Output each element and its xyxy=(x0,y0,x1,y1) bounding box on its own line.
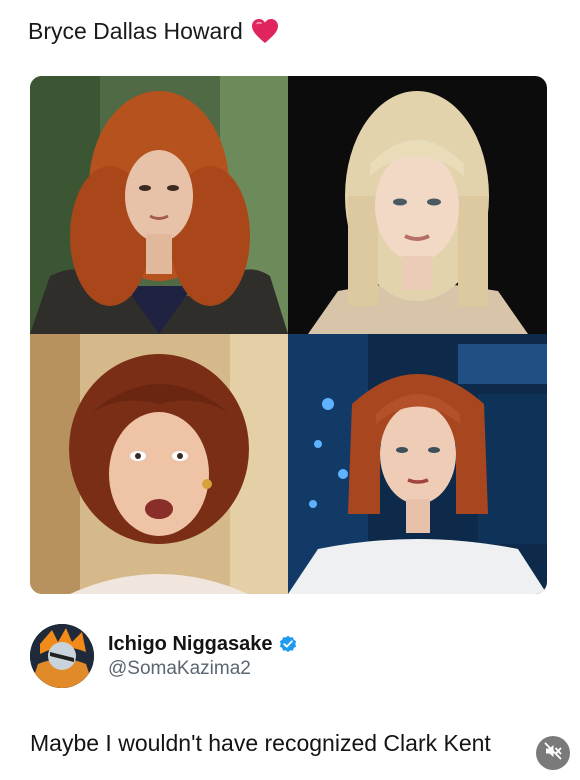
post-caption-row: Bryce Dallas Howard xyxy=(28,14,279,48)
heart-icon xyxy=(251,18,279,44)
verified-badge-icon xyxy=(279,635,297,653)
photo-top-left[interactable] xyxy=(30,76,288,334)
photo-bottom-left[interactable] xyxy=(30,334,288,594)
tweet-text: Maybe I wouldn't have recognized Clark K… xyxy=(30,730,491,756)
avatar[interactable] xyxy=(30,624,94,688)
photo-grid[interactable] xyxy=(30,76,547,594)
post-caption: Bryce Dallas Howard xyxy=(28,18,243,44)
display-name[interactable]: Ichigo Niggasake xyxy=(108,633,273,656)
mute-button[interactable] xyxy=(536,736,570,770)
photo-top-right[interactable] xyxy=(288,76,547,334)
photo-bottom-right[interactable] xyxy=(288,334,547,594)
muted-speaker-icon xyxy=(543,741,563,766)
tweet-author[interactable]: Ichigo Niggasake @SomaKazima2 xyxy=(30,624,297,688)
username-handle[interactable]: @SomaKazima2 xyxy=(108,658,297,680)
